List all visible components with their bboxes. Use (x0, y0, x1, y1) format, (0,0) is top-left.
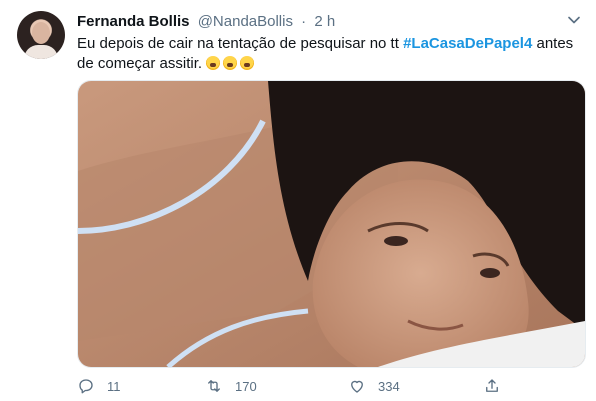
share-button[interactable] (483, 375, 513, 397)
tweet-text: Eu depois de cair na tentação de pesquis… (77, 34, 577, 74)
avatar-face (32, 22, 50, 44)
tweet-actions: 11 170 334 (77, 375, 577, 397)
retweet-icon (208, 380, 220, 392)
retweet-count: 170 (235, 378, 257, 394)
share-icon (486, 379, 498, 392)
loudly-crying-face-emoji (206, 56, 221, 70)
reply-icon (79, 379, 93, 394)
tweet-text-part1: Eu depois de cair na tentação de pesquis… (77, 35, 404, 52)
loudly-crying-face-emoji (223, 56, 238, 70)
loudly-crying-face-emoji (240, 56, 255, 70)
avatar-body (24, 45, 58, 59)
author-handle[interactable]: @NandaBollis (198, 13, 293, 30)
tweet-header: Fernanda Bollis @NandaBollis · 2 h (77, 12, 335, 31)
hashtag-link[interactable]: #LaCasaDePapel4 (403, 35, 532, 52)
reply-count: 11 (107, 378, 121, 394)
tweet-media-photo[interactable] (77, 80, 586, 368)
caret-down-icon[interactable] (564, 10, 584, 30)
like-count: 334 (378, 378, 400, 394)
tweet-card[interactable]: Fernanda Bollis @NandaBollis · 2 h Eu de… (0, 0, 596, 401)
meta-separator: · (301, 13, 307, 30)
author-name[interactable]: Fernanda Bollis (77, 13, 190, 30)
tweet-time[interactable]: 2 h (314, 13, 335, 30)
retweet-button[interactable]: 170 (205, 375, 257, 397)
avatar[interactable] (17, 11, 65, 59)
like-icon (351, 380, 363, 393)
photo-illustration (78, 81, 585, 367)
like-button[interactable]: 334 (348, 375, 400, 397)
emoji-group (206, 55, 257, 72)
reply-button[interactable]: 11 (77, 375, 121, 397)
